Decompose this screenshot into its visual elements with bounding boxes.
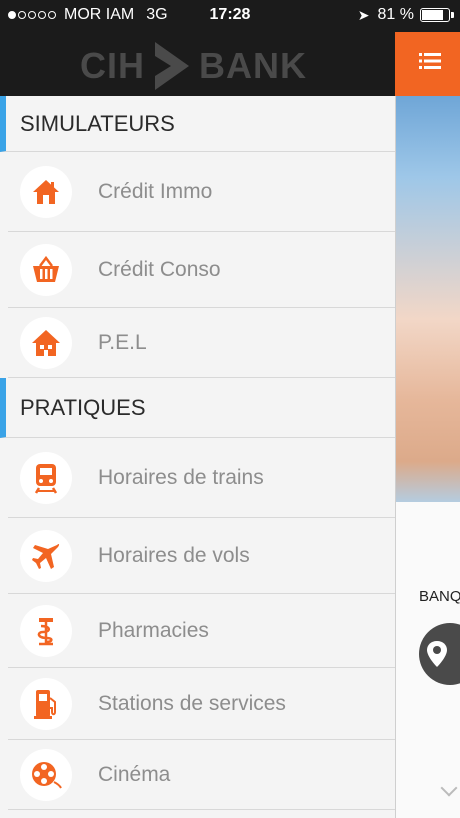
- logo-text-left: CIH: [80, 45, 145, 86]
- main-header: [395, 32, 460, 96]
- menu-item-pel[interactable]: P.E.L: [8, 308, 395, 378]
- side-drawer: SIMULATEURS Crédit Immo Crédit Conso P.E…: [0, 96, 396, 818]
- home-icon: [20, 165, 72, 218]
- map-pin-button[interactable]: [419, 623, 460, 685]
- list-menu-icon[interactable]: [419, 52, 441, 75]
- film-reel-icon: [20, 748, 72, 801]
- menu-item-credit-conso[interactable]: Crédit Conso: [8, 232, 395, 308]
- menu-item-label: Horaires de trains: [98, 465, 264, 489]
- menu-item-stations-services[interactable]: Stations de services: [8, 668, 395, 740]
- drawer-header: CIH BANK: [0, 32, 395, 96]
- main-section-label: BANQ: [419, 588, 460, 605]
- main-view-peek: BANQ: [395, 32, 460, 818]
- section-header-pratiques: PRATIQUES: [0, 378, 395, 438]
- status-bar: MOR IAM 3G 17:28 ➤ 81 %: [0, 0, 460, 32]
- logo-text-right: BANK: [199, 45, 307, 86]
- battery-percent: 81 %: [377, 6, 414, 23]
- logo-chevron-icon: [155, 42, 189, 90]
- menu-item-horaires-vols[interactable]: Horaires de vols: [8, 518, 395, 594]
- status-right: ➤ 81 %: [357, 6, 454, 24]
- menu-item-cinema[interactable]: Cinéma: [8, 740, 395, 810]
- menu-item-credit-immo[interactable]: Crédit Immo: [8, 152, 395, 232]
- train-icon: [20, 451, 72, 504]
- menu-item-label: Crédit Conso: [98, 257, 221, 281]
- cih-bank-logo: CIH BANK: [80, 40, 307, 92]
- plane-icon: [20, 529, 72, 582]
- section-header-simulateurs: SIMULATEURS: [0, 96, 395, 152]
- menu-item-label: Horaires de vols: [98, 543, 250, 567]
- pharmacy-icon: [20, 604, 72, 657]
- chevron-down-icon[interactable]: [440, 779, 458, 797]
- basket-icon: [20, 243, 72, 296]
- menu-item-horaires-trains[interactable]: Horaires de trains: [8, 438, 395, 518]
- menu-item-label: Pharmacies: [98, 618, 209, 642]
- menu-item-label: Cinéma: [98, 762, 171, 786]
- menu-item-label: Stations de services: [98, 691, 286, 715]
- house-icon: [20, 316, 72, 369]
- battery-icon: [420, 8, 454, 22]
- menu-item-label: P.E.L: [98, 330, 147, 354]
- banner-image: [395, 96, 460, 502]
- menu-item-label: Crédit Immo: [98, 179, 213, 203]
- location-arrow-icon: ➤: [357, 6, 370, 23]
- fuel-icon: [20, 677, 72, 730]
- menu-item-pharmacies[interactable]: Pharmacies: [8, 594, 395, 668]
